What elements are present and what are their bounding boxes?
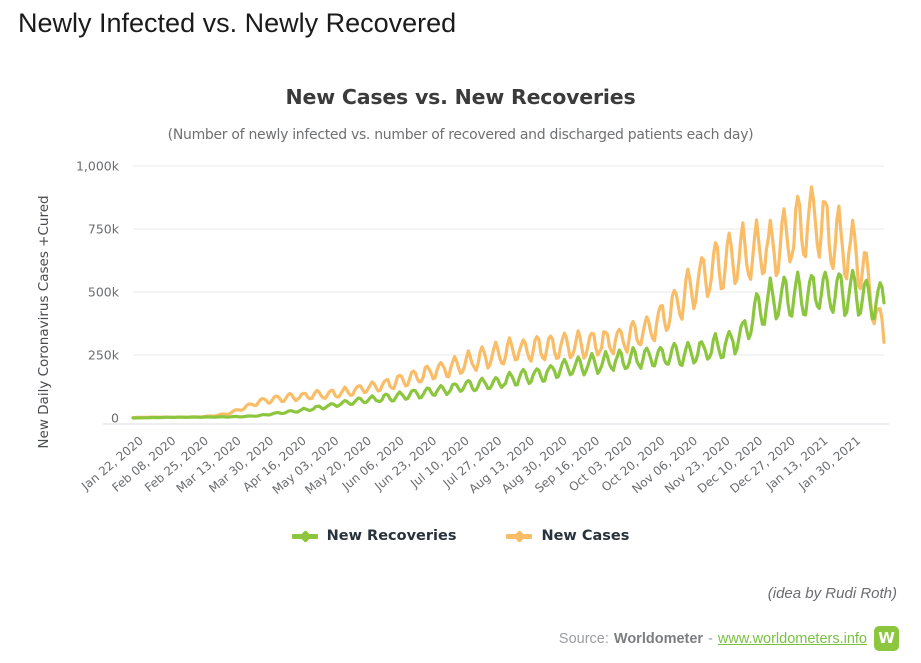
chart-legend: New Recoveries New Cases [0,528,921,544]
line-new-cases [131,185,886,420]
y-axis-tick-labels: 0 250k 500k 750k 1,000k [76,159,120,426]
series-new-cases [131,185,886,420]
gridlines [133,165,884,356]
y-tick-label: 500k [88,285,120,300]
y-axis-title-text: New Daily Coronavirus Cases +Cured [36,195,52,448]
y-axis-title: New Daily Coronavirus Cases +Cured [36,195,52,448]
y-tick-label: 0 [111,411,119,426]
legend-item-new-recoveries[interactable]: New Recoveries [291,528,457,544]
worldometer-logo-icon[interactable]: W [874,626,899,651]
legend-swatch-icon-new-recoveries [291,530,318,543]
y-tick-label: 750k [88,222,120,237]
source-dash: - [708,630,713,647]
source-prefix: Source: [558,630,609,647]
legend-label-new-recoveries: New Recoveries [326,528,457,544]
y-tick-label: 1,000k [76,159,120,174]
source-brand: Worldometer [613,630,704,647]
legend-label-new-cases: New Cases [541,528,630,544]
legend-swatch-icon-new-cases [506,530,533,543]
chart-plot-area: 0 250k 500k 750k 1,000k New Daily Coronaviru… [0,0,921,530]
x-axis-tick-labels: Jan 22, 2020Feb 08, 2020Feb 25, 2020Mar … [78,434,863,497]
y-tick-label: 250k [88,348,120,363]
source-line: Source: Worldometer - www.worldometers.i… [559,626,899,651]
source-link[interactable]: www.worldometers.info [718,631,867,647]
line-chart-svg: 0 250k 500k 750k 1,000k New Daily Coronaviru… [36,159,889,497]
idea-credit: (idea by Rudi Roth) [767,585,897,602]
legend-item-new-cases[interactable]: New Cases [506,528,629,544]
